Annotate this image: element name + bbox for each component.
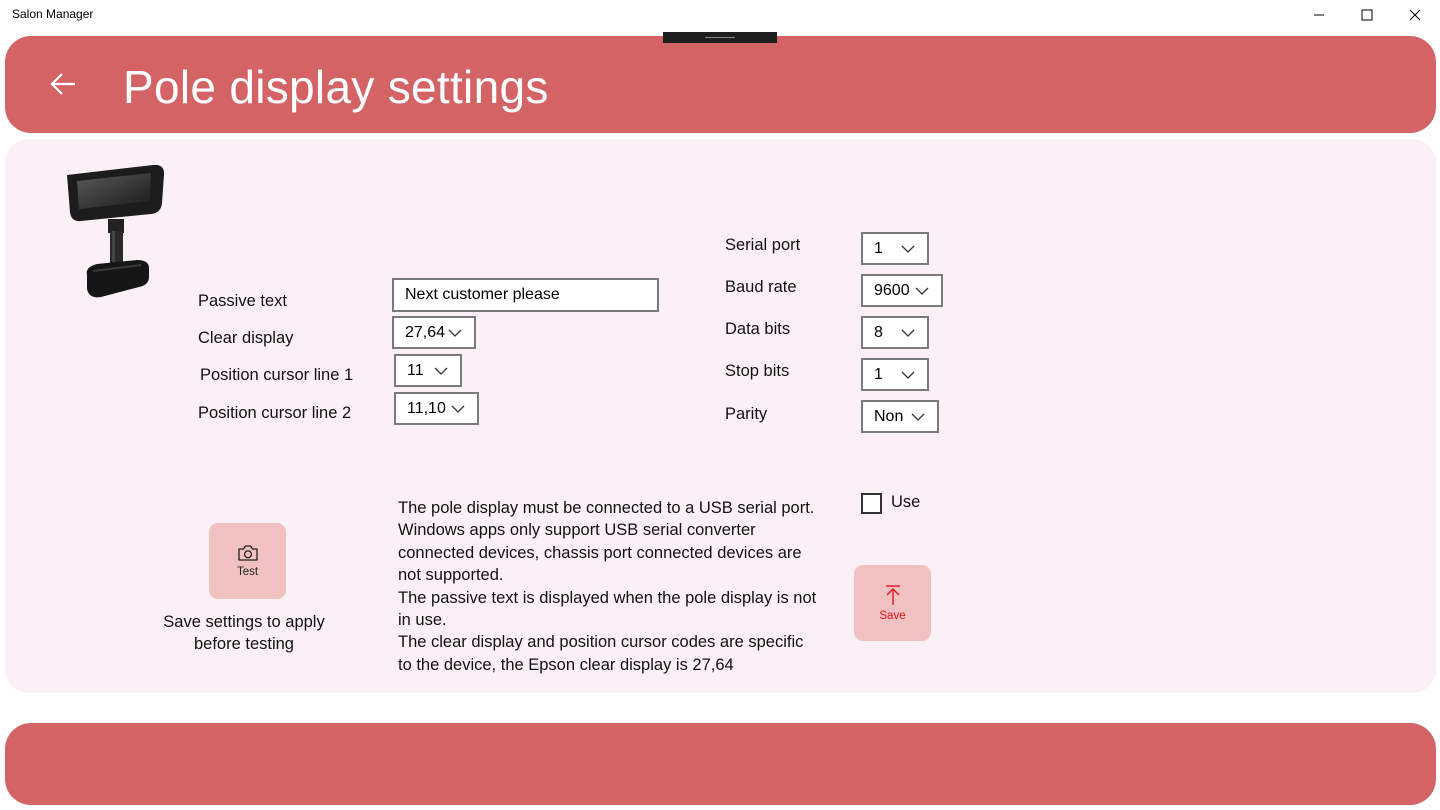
test-hint: Save settings to apply before testing xyxy=(155,611,333,655)
parity-label: Parity xyxy=(725,405,768,423)
maximize-icon xyxy=(1361,9,1373,21)
stop-bits-value: 1 xyxy=(874,365,883,383)
chevron-down-icon xyxy=(901,234,927,263)
chevron-down-icon xyxy=(911,402,937,431)
close-icon xyxy=(1409,9,1421,21)
title-bar: Salon Manager xyxy=(0,0,1440,30)
pole-display-device-icon xyxy=(67,164,165,298)
save-button[interactable]: Save xyxy=(854,565,931,641)
close-button[interactable] xyxy=(1392,0,1438,30)
data-bits-value: 8 xyxy=(874,323,883,341)
baud-rate-select[interactable]: 9600 xyxy=(861,274,943,307)
parity-select[interactable]: Non xyxy=(861,400,939,433)
use-checkbox[interactable] xyxy=(861,493,882,514)
data-bits-select[interactable]: 8 xyxy=(861,316,929,349)
settings-panel: Passive text Clear display 27,64 Positio… xyxy=(5,139,1436,693)
cursor-line1-value: 11 xyxy=(407,361,424,379)
minimize-icon xyxy=(1314,14,1324,16)
cursor-line1-label: Position cursor line 1 xyxy=(200,366,354,384)
info-paragraph: Windows apps only support USB serial con… xyxy=(398,521,802,585)
chevron-down-icon xyxy=(901,318,927,347)
clear-display-select[interactable]: 27,64 xyxy=(392,316,476,349)
test-button-label: Test xyxy=(236,566,259,578)
chevron-down-icon xyxy=(434,356,460,385)
page-footer xyxy=(5,723,1436,805)
minimize-button[interactable] xyxy=(1296,0,1342,30)
baud-rate-value: 9600 xyxy=(874,281,910,299)
app-title: Salon Manager xyxy=(12,7,94,21)
camera-icon xyxy=(237,545,258,561)
save-button-label: Save xyxy=(879,610,906,622)
drag-handle[interactable] xyxy=(663,32,777,43)
cursor-line2-select[interactable]: 11,10 xyxy=(394,392,479,425)
arrow-left-icon xyxy=(50,73,75,95)
clear-display-value: 27,64 xyxy=(405,323,446,341)
info-paragraph: The passive text is displayed when the p… xyxy=(398,588,817,630)
chevron-down-icon xyxy=(448,318,474,347)
back-button[interactable] xyxy=(43,64,83,104)
info-text: The pole display must be connected to a … xyxy=(398,497,818,676)
use-label: Use xyxy=(891,493,921,511)
cursor-line1-select[interactable]: 11 xyxy=(394,354,462,387)
baud-rate-label: Baud rate xyxy=(725,278,797,296)
passive-text-label: Passive text xyxy=(198,292,287,310)
cursor-line2-label: Position cursor line 2 xyxy=(198,404,352,422)
serial-port-value: 1 xyxy=(874,239,883,257)
info-paragraph: The clear display and position cursor co… xyxy=(398,633,804,674)
test-button[interactable]: Test xyxy=(209,523,286,599)
serial-port-select[interactable]: 1 xyxy=(861,232,929,265)
page-title: Pole display settings xyxy=(123,61,549,113)
serial-port-label: Serial port xyxy=(725,236,801,254)
maximize-button[interactable] xyxy=(1344,0,1390,30)
chevron-down-icon xyxy=(915,276,941,305)
cursor-line2-value: 11,10 xyxy=(407,399,446,417)
test-hint-line1: Save settings to apply xyxy=(163,613,325,631)
page-header: Pole display settings xyxy=(5,36,1436,133)
chevron-down-icon xyxy=(901,360,927,389)
parity-value: Non xyxy=(874,407,904,425)
clear-display-label: Clear display xyxy=(198,329,294,347)
passive-text-input[interactable] xyxy=(392,278,659,312)
upload-arrow-icon xyxy=(885,585,900,605)
data-bits-label: Data bits xyxy=(725,320,791,338)
stop-bits-label: Stop bits xyxy=(725,362,790,380)
test-hint-line2: before testing xyxy=(194,635,294,653)
chevron-down-icon xyxy=(451,394,477,423)
stop-bits-select[interactable]: 1 xyxy=(861,358,929,391)
info-paragraph: The pole display must be connected to a … xyxy=(398,499,815,517)
